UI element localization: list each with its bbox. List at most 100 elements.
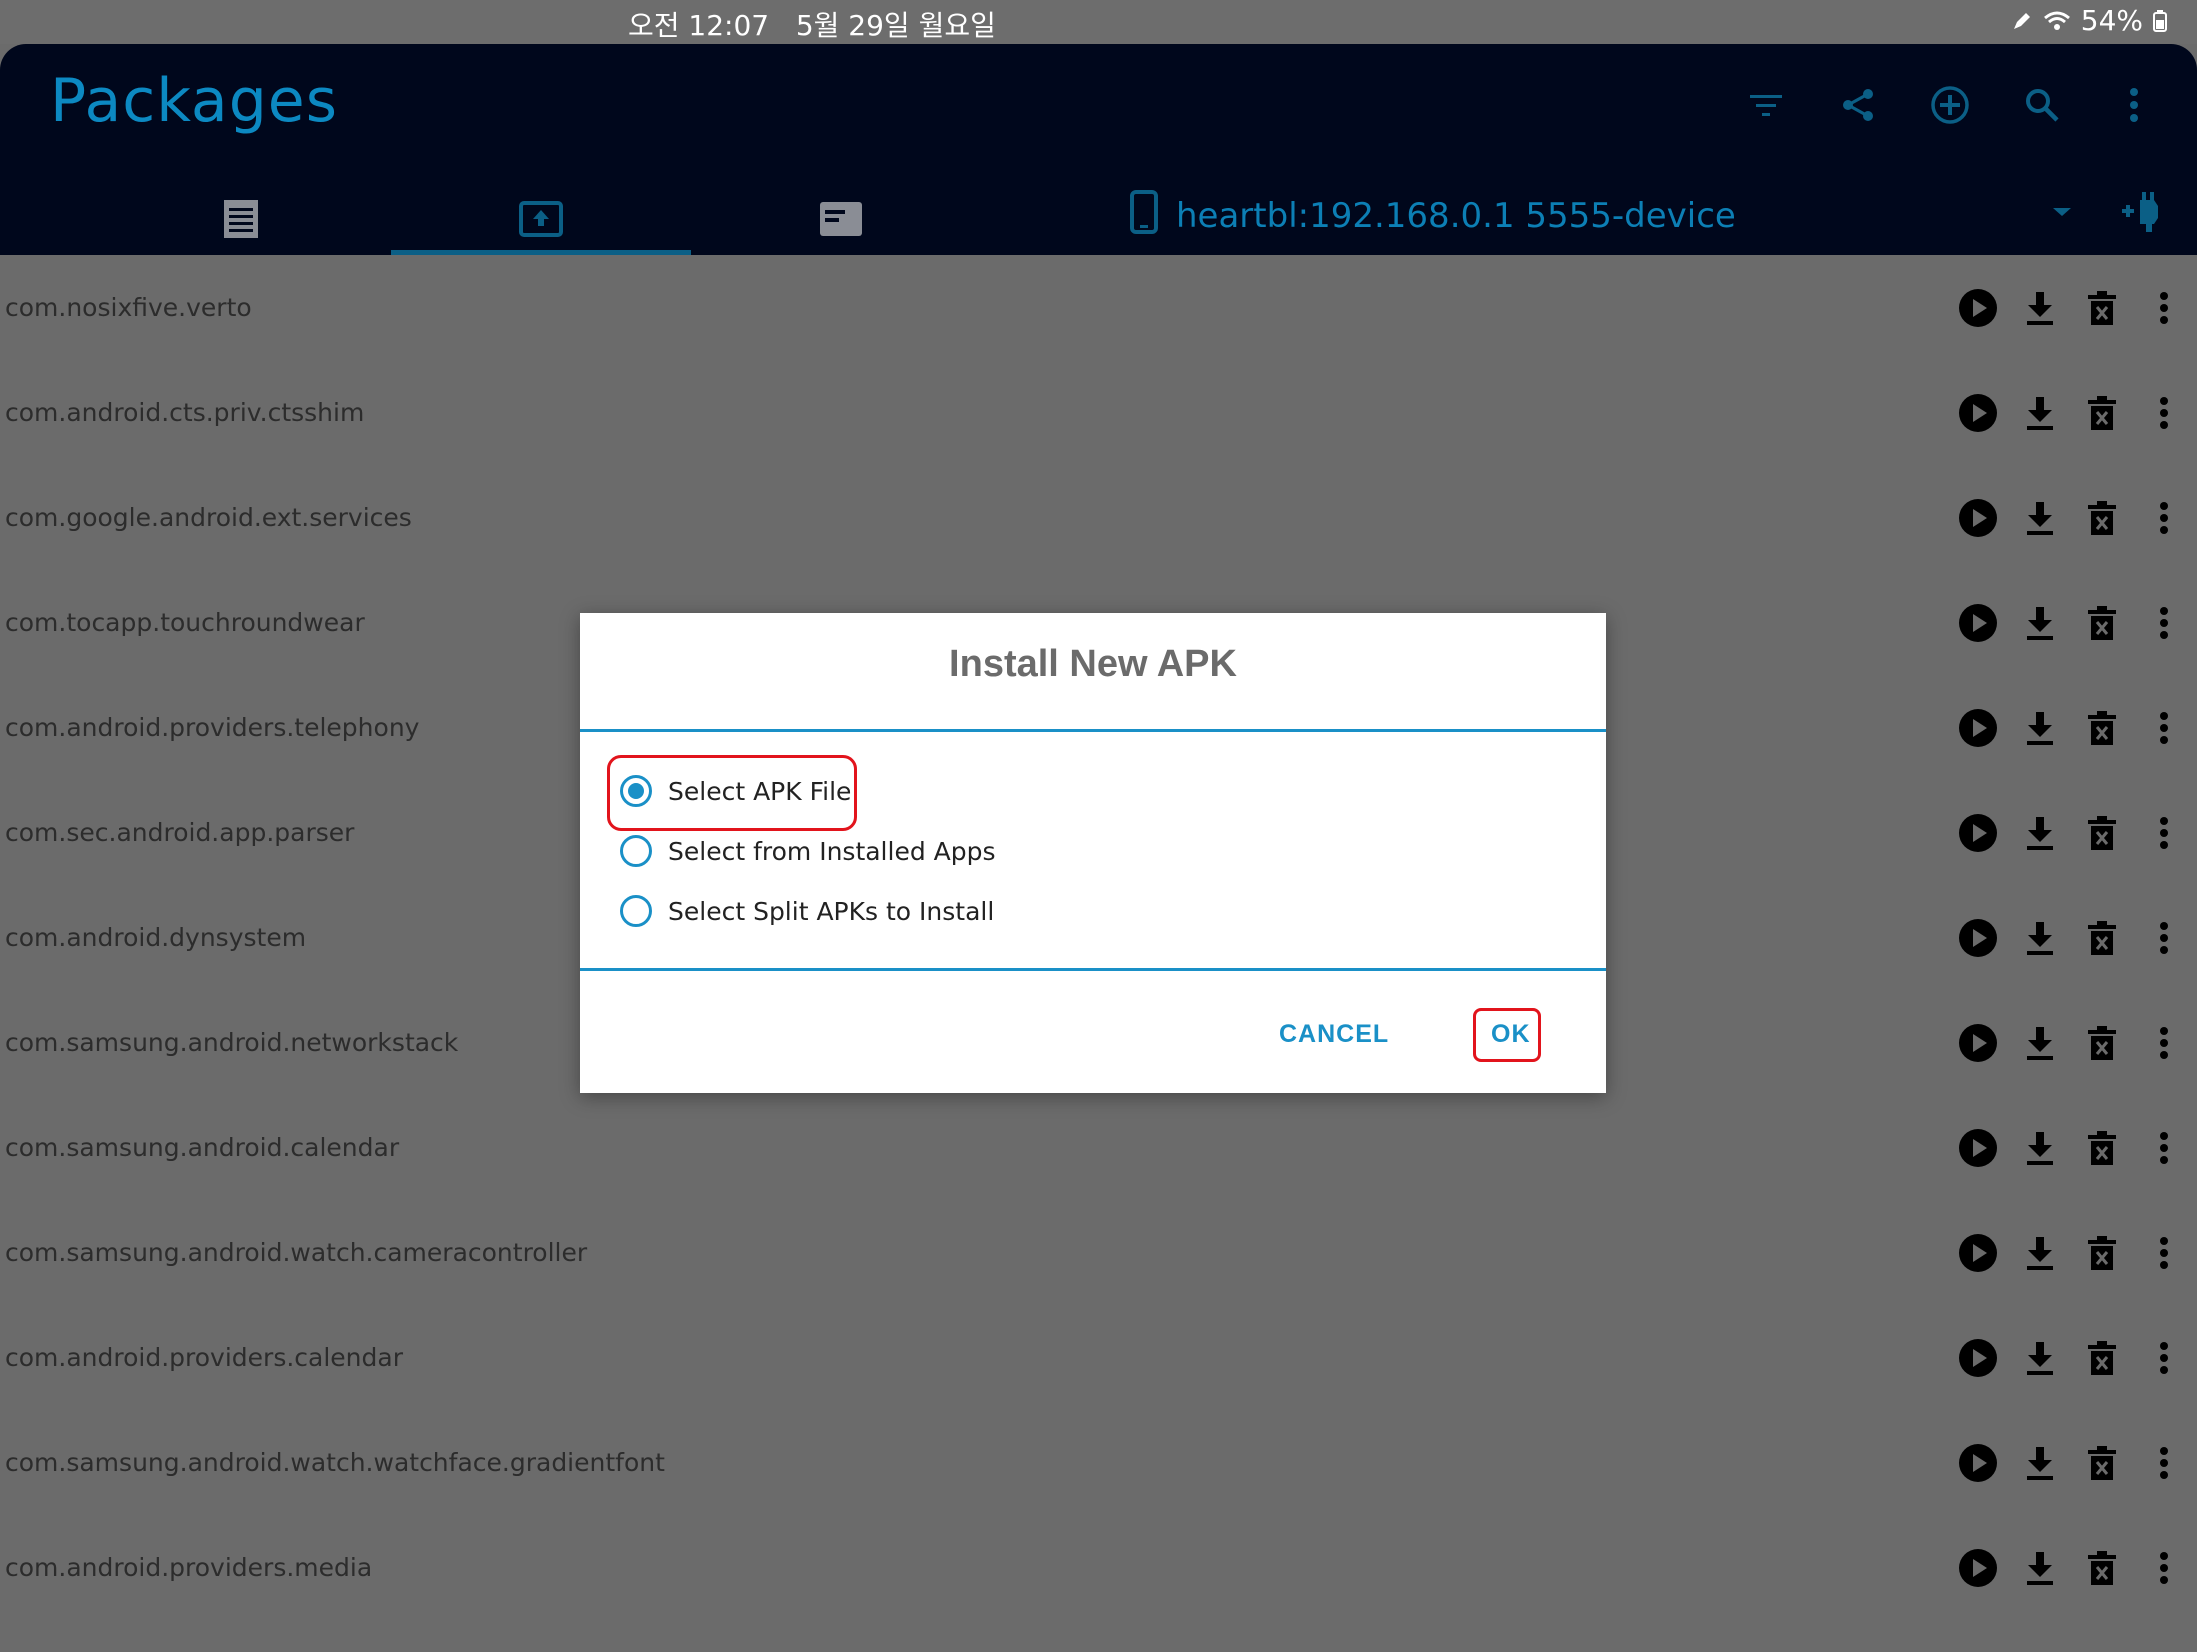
play-icon[interactable] <box>1958 1023 1998 1063</box>
ok-button[interactable]: OK <box>1491 1020 1531 1049</box>
more-icon[interactable] <box>2111 82 2157 128</box>
play-icon[interactable] <box>1958 1548 1998 1588</box>
search-icon[interactable] <box>2019 82 2065 128</box>
row-actions <box>1958 393 2184 433</box>
tab-terminal[interactable] <box>691 186 991 255</box>
delete-icon[interactable] <box>2082 1548 2122 1588</box>
tab-list[interactable] <box>91 186 391 255</box>
package-name: com.tocapp.touchroundwear <box>5 608 365 637</box>
play-icon[interactable] <box>1958 918 1998 958</box>
play-icon[interactable] <box>1958 498 1998 538</box>
download-icon[interactable] <box>2020 393 2060 433</box>
tab-install[interactable] <box>391 186 691 255</box>
row-actions <box>1958 1338 2184 1378</box>
download-icon[interactable] <box>2020 603 2060 643</box>
delete-icon[interactable] <box>2082 813 2122 853</box>
chevron-down-icon[interactable] <box>2050 204 2074 223</box>
package-row[interactable]: com.nosixfive.verto <box>0 255 2197 360</box>
option-select-split-apks[interactable]: Select Split APKs to Install <box>620 895 994 927</box>
add-icon[interactable] <box>1927 82 1973 128</box>
download-icon[interactable] <box>2020 1023 2060 1063</box>
more-icon[interactable] <box>2144 498 2184 538</box>
play-icon[interactable] <box>1958 288 1998 328</box>
list-icon <box>223 199 259 243</box>
delete-icon[interactable] <box>2082 1023 2122 1063</box>
delete-icon[interactable] <box>2082 393 2122 433</box>
download-icon[interactable] <box>2020 1338 2060 1378</box>
package-row[interactable]: com.samsung.android.calendar <box>0 1095 2197 1200</box>
play-icon[interactable] <box>1958 1128 1998 1168</box>
option-select-apk-file[interactable]: Select APK File <box>620 775 851 807</box>
download-icon[interactable] <box>2020 1548 2060 1588</box>
delete-icon[interactable] <box>2082 1233 2122 1273</box>
more-icon[interactable] <box>2144 1023 2184 1063</box>
phone-icon <box>1130 189 1158 243</box>
dialog-divider-bottom <box>580 968 1606 971</box>
download-icon[interactable] <box>2020 813 2060 853</box>
filter-icon[interactable] <box>1743 82 1789 128</box>
more-icon[interactable] <box>2144 393 2184 433</box>
play-icon[interactable] <box>1958 708 1998 748</box>
share-icon[interactable] <box>1835 82 1881 128</box>
more-icon[interactable] <box>2144 288 2184 328</box>
package-name: com.android.providers.calendar <box>5 1343 403 1372</box>
more-icon[interactable] <box>2144 603 2184 643</box>
connect-plug-icon[interactable] <box>2122 192 2166 236</box>
device-selector[interactable]: heartbl:192.168.0.1 5555-device <box>1130 186 1736 246</box>
delete-icon[interactable] <box>2082 498 2122 538</box>
radio-unselected-icon[interactable] <box>620 835 652 867</box>
more-icon[interactable] <box>2144 1443 2184 1483</box>
more-icon[interactable] <box>2144 708 2184 748</box>
package-name: com.samsung.android.calendar <box>5 1133 400 1162</box>
cancel-button[interactable]: CANCEL <box>1279 1020 1389 1049</box>
package-name: com.android.providers.media <box>5 1553 373 1582</box>
download-icon[interactable] <box>2020 498 2060 538</box>
play-icon[interactable] <box>1958 813 1998 853</box>
package-row[interactable]: com.android.providers.media <box>0 1515 2197 1620</box>
row-actions <box>1958 1233 2184 1273</box>
download-icon[interactable] <box>2020 1128 2060 1168</box>
delete-icon[interactable] <box>2082 1128 2122 1168</box>
play-icon[interactable] <box>1958 1443 1998 1483</box>
delete-icon[interactable] <box>2082 603 2122 643</box>
package-row[interactable]: com.android.cts.priv.ctsshim <box>0 360 2197 465</box>
delete-icon[interactable] <box>2082 288 2122 328</box>
play-icon[interactable] <box>1958 393 1998 433</box>
package-row[interactable]: com.google.android.ext.services <box>0 465 2197 570</box>
more-icon[interactable] <box>2144 1128 2184 1168</box>
download-icon[interactable] <box>2020 288 2060 328</box>
more-icon[interactable] <box>2144 1338 2184 1378</box>
wifi-icon <box>2043 10 2071 32</box>
radio-selected-icon[interactable] <box>620 775 652 807</box>
more-icon[interactable] <box>2144 813 2184 853</box>
app-title: Packages <box>50 66 338 136</box>
more-icon[interactable] <box>2144 1233 2184 1273</box>
delete-icon[interactable] <box>2082 1338 2122 1378</box>
delete-icon[interactable] <box>2082 708 2122 748</box>
row-actions <box>1958 813 2184 853</box>
more-icon[interactable] <box>2144 1548 2184 1588</box>
download-icon[interactable] <box>2020 708 2060 748</box>
play-icon[interactable] <box>1958 1233 1998 1273</box>
option-select-installed-apps[interactable]: Select from Installed Apps <box>620 835 996 867</box>
play-icon[interactable] <box>1958 603 1998 643</box>
more-icon[interactable] <box>2144 918 2184 958</box>
play-icon[interactable] <box>1958 1338 1998 1378</box>
package-row[interactable]: com.android.providers.calendar <box>0 1305 2197 1410</box>
download-icon[interactable] <box>2020 1443 2060 1483</box>
option-label: Select from Installed Apps <box>668 836 996 866</box>
row-actions <box>1958 498 2184 538</box>
option-label: Select APK File <box>668 776 852 806</box>
terminal-icon <box>819 201 863 241</box>
app-header: Packages heartbl:192.168.0.1 5555-device <box>0 44 2197 255</box>
delete-icon[interactable] <box>2082 1443 2122 1483</box>
download-icon[interactable] <box>2020 918 2060 958</box>
status-bar: 오전 12:07 5월 29일 월요일 54% <box>0 0 2197 44</box>
dialog-title: Install New APK <box>949 643 1237 685</box>
download-icon[interactable] <box>2020 1233 2060 1273</box>
delete-icon[interactable] <box>2082 918 2122 958</box>
package-row[interactable]: com.samsung.android.watch.watchface.grad… <box>0 1410 2197 1515</box>
package-row[interactable]: com.samsung.android.watch.cameracontroll… <box>0 1200 2197 1305</box>
pen-icon <box>2011 10 2033 32</box>
radio-unselected-icon[interactable] <box>620 895 652 927</box>
